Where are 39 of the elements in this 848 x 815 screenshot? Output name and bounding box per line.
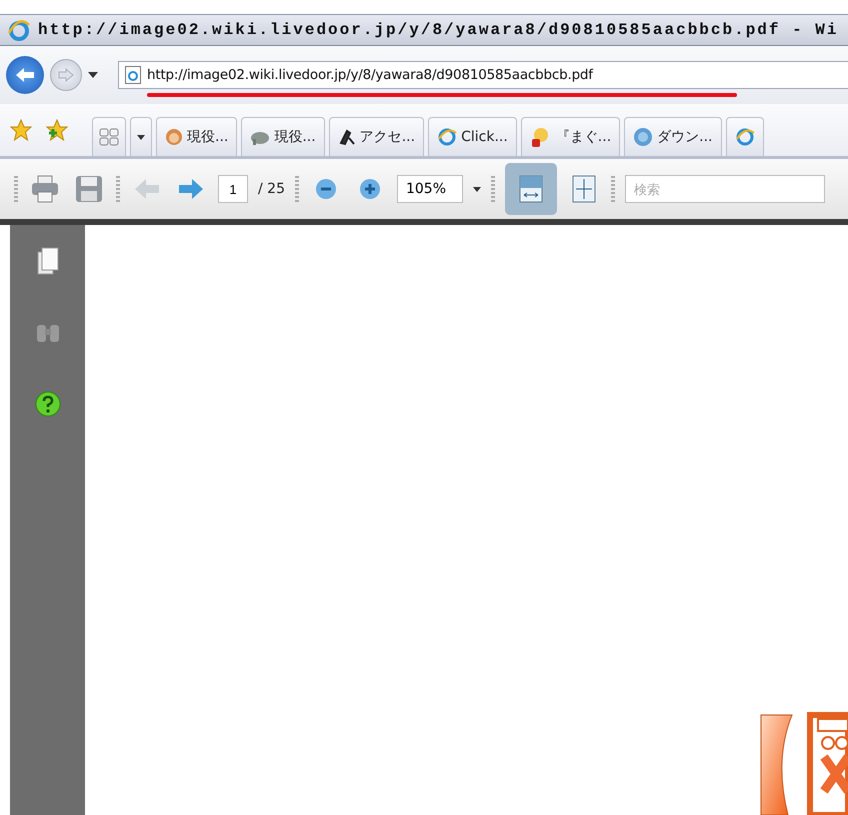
brush-icon: [338, 128, 356, 146]
search-field[interactable]: 検索: [624, 175, 825, 203]
browser-icon: [8, 19, 30, 41]
browser-icon: [734, 128, 755, 146]
grid-icon: [99, 128, 119, 146]
page-number-field[interactable]: 1: [218, 175, 248, 203]
forward-arrow-icon: [57, 68, 75, 82]
zoom-field[interactable]: 105%: [396, 175, 463, 203]
browser-tab[interactable]: アクセ...: [328, 117, 424, 156]
dropdown-arrow-icon[interactable]: [472, 186, 481, 192]
browser-tab[interactable]: Click...: [428, 117, 517, 156]
printer-icon: [30, 175, 60, 203]
url-text: http://image02.wiki.livedoor.jp/y/8/yawara8/d90810585aacbbcb.pdf: [147, 67, 593, 83]
browser-tab[interactable]: [726, 117, 764, 156]
star-icon[interactable]: [10, 119, 32, 141]
pages-icon[interactable]: [36, 247, 58, 275]
browser-tab[interactable]: 現役...: [156, 117, 238, 156]
forward-button[interactable]: [50, 59, 82, 91]
browser-tab[interactable]: ダウン...: [624, 117, 722, 156]
page-count: / 25: [258, 181, 285, 197]
help-icon[interactable]: [34, 391, 60, 417]
back-button[interactable]: [6, 56, 44, 94]
zoom-out-icon: [314, 178, 337, 200]
fit-width-button[interactable]: [504, 163, 557, 215]
browser-icon: [437, 128, 458, 146]
caret-icon: [137, 134, 145, 140]
browser-tab[interactable]: 現役...: [241, 117, 325, 156]
dropdown-arrow-icon[interactable]: [88, 72, 98, 78]
zoom-in-icon: [358, 178, 381, 200]
left-arrow-icon: [134, 177, 160, 201]
add-favorite-icon[interactable]: [46, 119, 68, 141]
tab-list-button[interactable]: [130, 117, 152, 156]
browser-tab[interactable]: 『まぐ...: [520, 117, 620, 156]
page-icon: [125, 66, 141, 84]
right-arrow-icon: [178, 177, 204, 201]
fit-width-icon: [518, 175, 543, 203]
back-arrow-icon: [14, 66, 36, 84]
fit-page-icon: [572, 175, 596, 203]
window-title: http://image02.wiki.livedoor.jp/y/8/yawara8/d90810585aacbbcb.pdf - Wi: [38, 21, 839, 39]
